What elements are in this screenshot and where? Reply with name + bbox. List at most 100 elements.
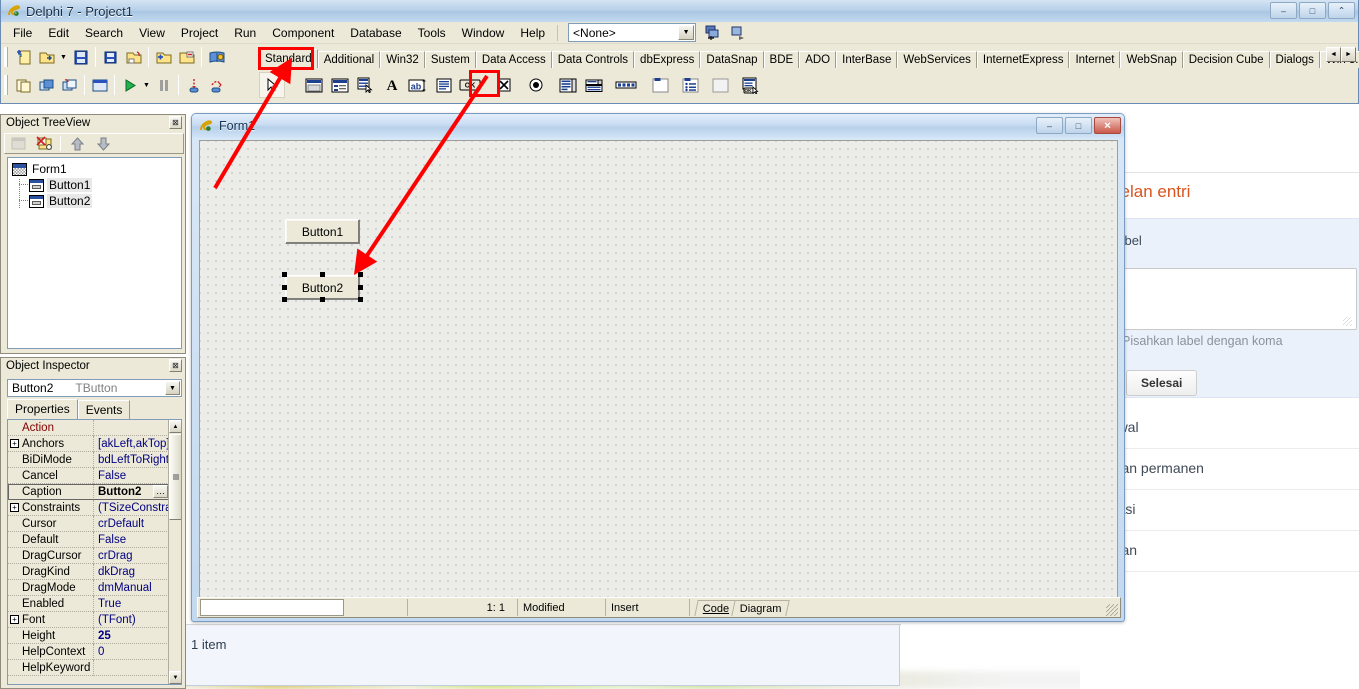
label-icon[interactable]: A: [379, 72, 405, 98]
ellipsis-button[interactable]: …: [153, 485, 168, 498]
delete-item-icon[interactable]: [31, 136, 57, 151]
add-file-icon[interactable]: [152, 46, 175, 68]
palette-tab-dbexpress[interactable]: dbExpress: [634, 51, 701, 68]
menu-item-help[interactable]: Help: [512, 24, 553, 42]
radiobutton-icon[interactable]: [523, 72, 549, 98]
panel-icon[interactable]: [707, 72, 733, 98]
palette-tab-internet[interactable]: Internet: [1069, 51, 1121, 68]
new-icon[interactable]: [12, 46, 35, 68]
expand-icon[interactable]: +: [10, 503, 19, 512]
button-icon[interactable]: OK: [457, 72, 483, 98]
property-row-anchors[interactable]: + Anchors [akLeft,akTop]: [8, 435, 181, 452]
pointer-icon[interactable]: [259, 72, 285, 98]
chevron-down-icon[interactable]: ▼: [165, 381, 180, 395]
menu-item-search[interactable]: Search: [77, 24, 131, 42]
pause-icon[interactable]: [152, 74, 175, 96]
property-row-enabled[interactable]: Enabled True: [8, 595, 181, 612]
palette-scroll-right-icon[interactable]: ►: [1341, 47, 1356, 62]
open-project-icon[interactable]: [122, 46, 145, 68]
resize-grip-icon[interactable]: [1106, 604, 1118, 616]
toolbar-grip[interactable]: [4, 75, 10, 95]
menu-item-edit[interactable]: Edit: [40, 24, 77, 42]
open-icon[interactable]: [35, 46, 58, 68]
save-icon[interactable]: [69, 46, 92, 68]
menu-item-project[interactable]: Project: [173, 24, 226, 42]
tree-node-button1[interactable]: Button1: [29, 178, 93, 192]
palette-tab-win32[interactable]: Win32: [380, 51, 425, 68]
combobox-icon[interactable]: [581, 72, 607, 98]
remove-file-icon[interactable]: [175, 46, 198, 68]
palette-tab-additional[interactable]: Additional: [317, 51, 381, 68]
palette-tab-interbase[interactable]: InterBase: [836, 51, 898, 68]
palette-tab-standard[interactable]: Standard: [259, 49, 318, 68]
property-row-helpcontext[interactable]: HelpContext 0: [8, 643, 181, 660]
palette-tab-data-controls[interactable]: Data Controls: [551, 51, 635, 68]
scroll-up-icon[interactable]: ▲: [169, 420, 181, 433]
groupbox-icon[interactable]: [647, 72, 673, 98]
toggle-form-unit-icon[interactable]: [35, 74, 58, 96]
run-icon[interactable]: [118, 74, 141, 96]
chevron-down-icon[interactable]: ▼: [141, 74, 152, 96]
move-down-icon[interactable]: [90, 137, 116, 151]
selesai-button[interactable]: Selesai: [1126, 370, 1198, 396]
menu-item-window[interactable]: Window: [454, 24, 513, 42]
palette-tab-websnap[interactable]: WebSnap: [1120, 51, 1183, 68]
object-treeview-tree[interactable]: Form1 Button1 Button2: [7, 157, 182, 349]
add-to-repository-icon[interactable]: [702, 23, 722, 43]
scrollbar-icon[interactable]: [613, 72, 639, 98]
selection-handle[interactable]: [358, 272, 363, 277]
move-up-icon[interactable]: [64, 136, 90, 151]
property-row-helpkeyword[interactable]: HelpKeyword: [8, 659, 181, 676]
selection-handle[interactable]: [320, 272, 325, 277]
property-row-dragkind[interactable]: DragKind dkDrag: [8, 563, 181, 580]
popupmenu-icon[interactable]: [353, 72, 379, 98]
form-maximize-button[interactable]: □: [1065, 117, 1092, 134]
property-row-font[interactable]: + Font (TFont): [8, 611, 181, 628]
property-grid-scrollbar[interactable]: ▲ ▼: [168, 420, 181, 684]
tree-node-button2[interactable]: Button2: [29, 194, 93, 208]
palette-tab-webservices[interactable]: WebServices: [897, 51, 977, 68]
form-minimize-button[interactable]: –: [1036, 117, 1063, 134]
form-close-button[interactable]: ✕: [1094, 117, 1121, 134]
expand-icon[interactable]: +: [10, 439, 19, 448]
frames-icon[interactable]: [301, 72, 327, 98]
chevron-down-icon[interactable]: ▼: [58, 46, 69, 68]
status-edit-field[interactable]: [200, 599, 344, 616]
property-grid[interactable]: Action + Anchors [akLeft,akTop] BiDiMode…: [7, 419, 182, 685]
menu-item-tools[interactable]: Tools: [410, 24, 454, 42]
palette-tab-dialogs[interactable]: Dialogs: [1269, 51, 1320, 68]
form-canvas[interactable]: Button1 Button2: [199, 140, 1118, 599]
trace-into-icon[interactable]: [182, 74, 205, 96]
help-icon[interactable]: [205, 46, 228, 68]
actionlist-icon[interactable]: OK: [739, 72, 765, 98]
property-row-dragcursor[interactable]: DragCursor crDrag: [8, 547, 181, 564]
tab-diagram[interactable]: Diagram: [731, 600, 790, 616]
property-row-action[interactable]: Action: [8, 420, 181, 436]
property-row-default[interactable]: Default False: [8, 531, 181, 548]
selection-handle[interactable]: [358, 297, 363, 302]
selection-handle[interactable]: [282, 297, 287, 302]
tab-properties[interactable]: Properties: [7, 399, 78, 420]
property-row-caption[interactable]: Caption Button2 …: [8, 483, 181, 500]
view-unit-icon[interactable]: [728, 23, 748, 43]
property-row-cursor[interactable]: Cursor crDefault: [8, 515, 181, 532]
property-row-bidimode[interactable]: BiDiMode bdLeftToRight: [8, 451, 181, 468]
object-selector-combo[interactable]: Button2 TButton ▼: [7, 379, 182, 397]
property-row-constraints[interactable]: + Constraints (TSizeConstra: [8, 499, 181, 516]
maximize-button[interactable]: □: [1299, 2, 1326, 19]
selection-handle[interactable]: [282, 285, 287, 290]
menu-item-run[interactable]: Run: [226, 24, 264, 42]
tab-events[interactable]: Events: [77, 400, 131, 420]
new-item-icon[interactable]: [5, 136, 31, 151]
step-over-icon[interactable]: [205, 74, 228, 96]
checkbox-icon[interactable]: [491, 72, 517, 98]
menu-item-file[interactable]: File: [5, 24, 40, 42]
edit-icon[interactable]: ab: [405, 72, 431, 98]
selection-handle[interactable]: [282, 272, 287, 277]
radiogroup-icon[interactable]: [677, 72, 703, 98]
menu-item-view[interactable]: View: [131, 24, 173, 42]
close-icon[interactable]: ⊠: [169, 359, 182, 372]
tab-code[interactable]: Code: [694, 600, 737, 616]
chevron-down-icon[interactable]: ▼: [678, 25, 695, 40]
palette-tab-bde[interactable]: BDE: [763, 51, 800, 68]
